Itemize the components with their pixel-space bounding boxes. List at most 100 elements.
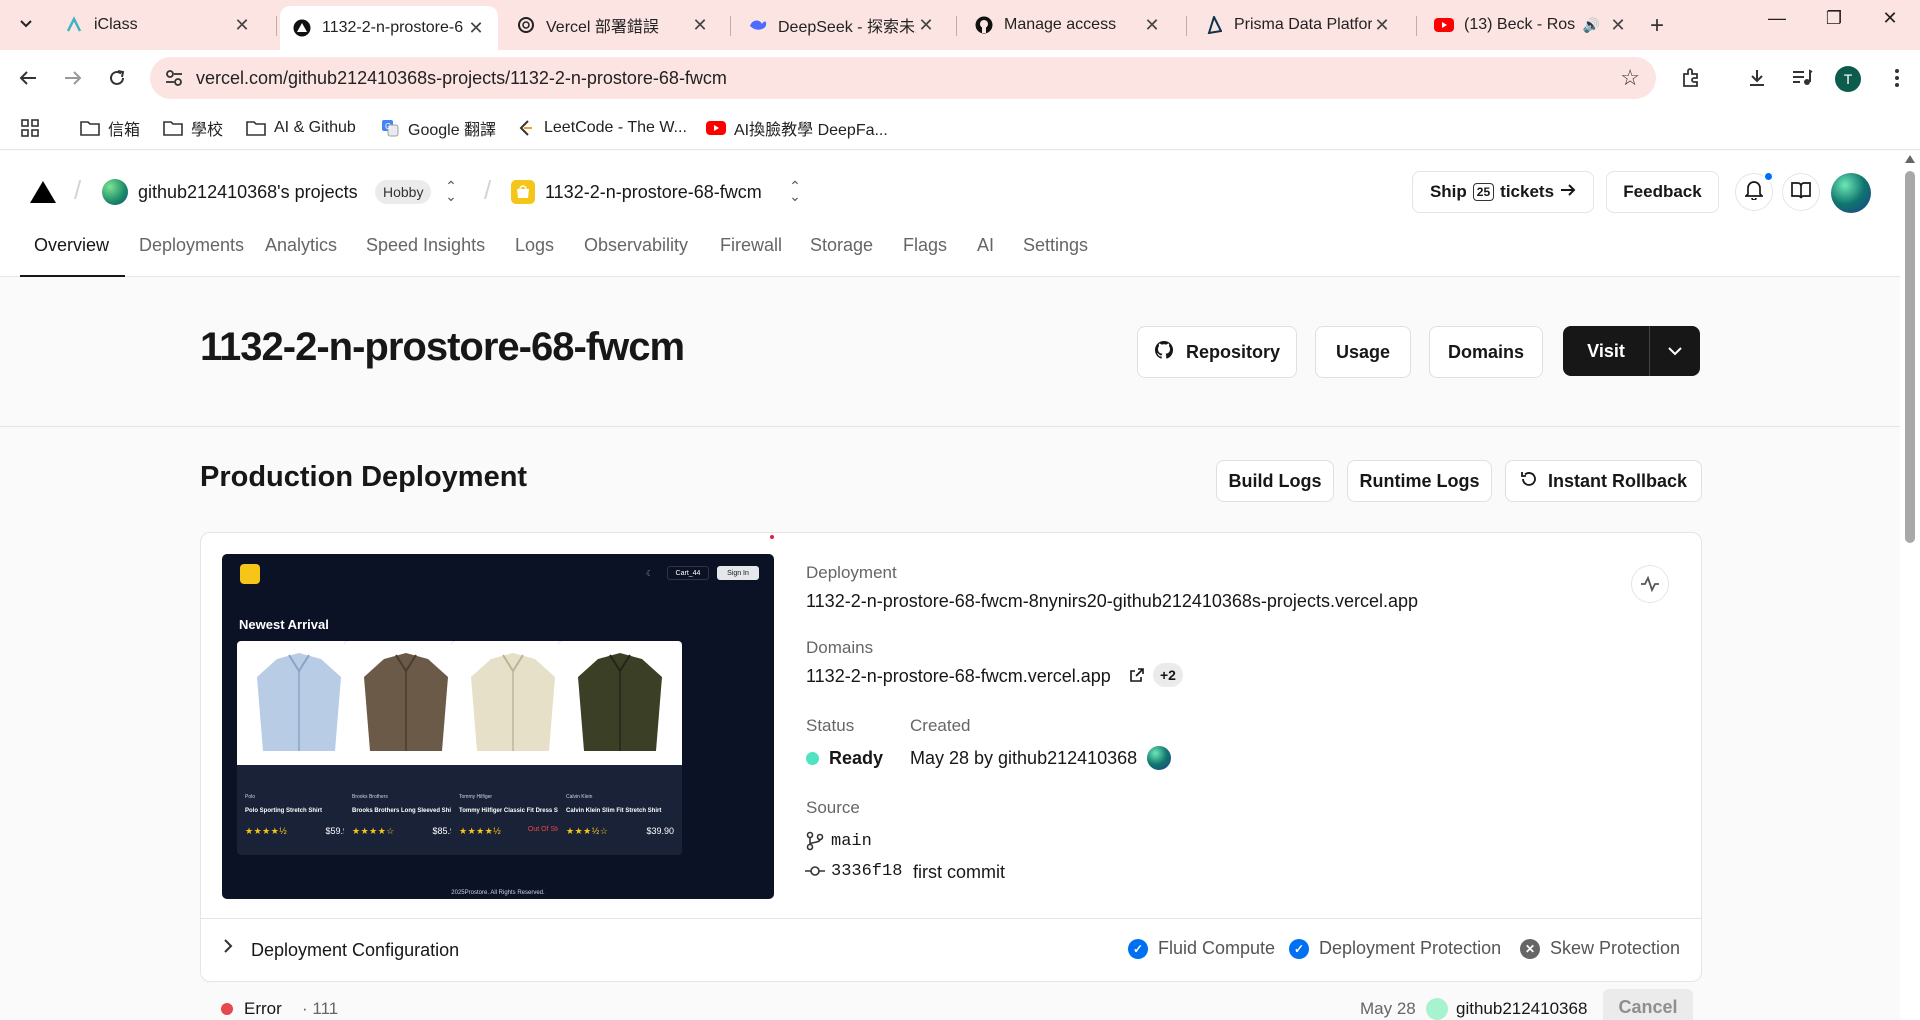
media-control-icon[interactable]	[1788, 64, 1816, 92]
usage-button[interactable]: Usage	[1315, 326, 1411, 378]
apps-grid-icon[interactable]	[20, 116, 40, 140]
browser-tab-github[interactable]: Manage access ✕	[962, 6, 1174, 44]
status-error-dot	[221, 1003, 233, 1015]
tab-deployments[interactable]: Deployments	[125, 235, 251, 277]
tab-speed-insights[interactable]: Speed Insights	[352, 235, 501, 277]
bookmark-item[interactable]: G Google 翻譯	[380, 116, 496, 140]
external-link-icon[interactable]	[1130, 668, 1144, 687]
tab-search-chevron-icon[interactable]	[12, 10, 40, 38]
tab-title: (13) Beck - Rosie	[1464, 16, 1575, 33]
minimize-icon[interactable]: —	[1757, 8, 1797, 29]
visit-dropdown-chevron-icon[interactable]	[1650, 326, 1700, 376]
chatgpt-icon	[516, 15, 536, 35]
tab-separator	[956, 16, 957, 36]
back-icon[interactable]	[13, 63, 43, 93]
restore-icon[interactable]: ❐	[1814, 8, 1854, 29]
browser-tab-vercel-project[interactable]: 1132-2-n-prostore-6 ✕	[280, 6, 498, 50]
close-tab-icon[interactable]: ✕	[1372, 15, 1392, 36]
close-tab-icon[interactable]: ✕	[690, 15, 710, 36]
tab-title: Manage access	[1004, 16, 1117, 33]
cancel-button[interactable]: Cancel	[1603, 989, 1693, 1020]
product-brand: Calvin Klein	[566, 794, 593, 800]
close-window-icon[interactable]: ✕	[1870, 8, 1910, 29]
url-text[interactable]: vercel.com/github212410368s-projects/113…	[196, 68, 727, 89]
browser-tab-chatgpt[interactable]: Vercel 部署錯誤 ✕	[504, 6, 722, 44]
browser-menu-icon[interactable]	[1883, 64, 1911, 92]
browser-tab-iclass[interactable]: iClass ✕	[52, 6, 264, 44]
git-commit-icon	[804, 864, 826, 882]
close-tab-icon[interactable]: ✕	[916, 15, 936, 36]
address-bar[interactable]: vercel.com/github212410368s-projects/113…	[150, 57, 1656, 99]
tab-storage[interactable]: Storage	[796, 235, 889, 277]
team-name[interactable]: github212410368's projects	[138, 182, 358, 203]
close-tab-icon[interactable]: ✕	[232, 15, 252, 36]
instant-rollback-button[interactable]: Instant Rollback	[1505, 460, 1702, 502]
bookmark-item[interactable]: LeetCode - The W...	[516, 116, 687, 140]
build-logs-button[interactable]: Build Logs	[1216, 460, 1334, 502]
browser-tab-deepseek[interactable]: DeepSeek - 探索未至 ✕	[736, 6, 948, 44]
notifications-button[interactable]	[1735, 171, 1774, 211]
bookmark-label: Google 翻譯	[408, 122, 497, 139]
scroll-up-arrow-icon[interactable]	[1905, 155, 1915, 163]
bookmark-item[interactable]: AI & Github	[246, 116, 356, 140]
scrollbar-thumb[interactable]	[1905, 171, 1915, 543]
reload-icon[interactable]	[102, 63, 132, 93]
tab-observability[interactable]: Observability	[570, 235, 706, 277]
commit-hash[interactable]: 3336f18	[831, 862, 902, 881]
preview-sign-in: Sign In	[717, 566, 759, 580]
deployment-preview-image[interactable]: ☾ Cart_44 Sign In Newest Arrival Polo Po…	[222, 554, 774, 899]
domains-label: Domains	[806, 638, 874, 657]
visit-button[interactable]: Visit	[1563, 326, 1649, 376]
more-domains-badge[interactable]: +2	[1153, 663, 1183, 687]
download-icon[interactable]	[1743, 64, 1771, 92]
browser-profile-avatar[interactable]: T	[1835, 66, 1861, 92]
branch-name[interactable]: main	[831, 832, 872, 851]
feedback-button[interactable]: Feedback	[1606, 171, 1719, 213]
browser-tab-youtube[interactable]: (13) Beck - Rosie 🔊 ✕	[1422, 6, 1640, 44]
production-deployment-heading: Production Deployment	[200, 461, 528, 493]
arrow-right-icon	[1560, 182, 1576, 202]
repository-button[interactable]: Repository	[1137, 326, 1297, 378]
tab-firewall[interactable]: Firewall	[706, 235, 796, 277]
domains-button[interactable]: Domains	[1429, 326, 1543, 378]
user-avatar[interactable]	[1831, 173, 1871, 213]
deployment-url-link[interactable]: 1132-2-n-prostore-68-fwcm-8nynirs20-gith…	[806, 591, 1418, 612]
new-tab-plus-icon[interactable]: +	[1650, 12, 1664, 40]
bookmark-item[interactable]: 學校	[163, 116, 223, 140]
bookmark-star-icon[interactable]: ☆	[1620, 65, 1640, 91]
preview-footer: 2025Prostore. All Rights Reserved.	[451, 890, 545, 896]
close-tab-icon[interactable]: ✕	[1608, 15, 1628, 36]
activity-pulse-icon[interactable]	[1631, 565, 1669, 603]
project-name[interactable]: 1132-2-n-prostore-68-fwcm	[545, 182, 762, 203]
recent-deployment-row[interactable]: Error · 111 May 28 github212410368 Cance…	[200, 985, 1702, 1020]
ship-ticket-count: 25	[1472, 183, 1495, 201]
browser-tab-prisma[interactable]: Prisma Data Platform ✕	[1192, 6, 1404, 44]
close-tab-icon[interactable]: ✕	[466, 18, 486, 39]
bookmark-item[interactable]: AI換臉教學 DeepFa...	[706, 116, 888, 140]
team-switcher-icon[interactable]: ⌃ ⌄	[444, 179, 458, 203]
chevron-right-icon[interactable]	[223, 938, 233, 959]
tickets-label: tickets	[1500, 182, 1555, 201]
tab-overview[interactable]: Overview	[20, 235, 125, 277]
page-scrollbar[interactable]	[1900, 151, 1920, 1020]
bookmark-item[interactable]: 信箱	[80, 116, 140, 140]
extensions-icon[interactable]	[1677, 64, 1705, 92]
project-icon	[511, 180, 535, 204]
vercel-logo-icon[interactable]	[30, 181, 56, 203]
forward-icon[interactable]	[58, 63, 88, 93]
tab-logs[interactable]: Logs	[501, 235, 570, 277]
tab-ai[interactable]: AI	[963, 235, 1009, 277]
tab-settings[interactable]: Settings	[1009, 235, 1105, 277]
runtime-logs-button[interactable]: Runtime Logs	[1347, 460, 1492, 502]
close-tab-icon[interactable]: ✕	[1142, 15, 1162, 36]
speaker-icon[interactable]: 🔊	[1583, 17, 1600, 34]
tab-flags[interactable]: Flags	[889, 235, 963, 277]
domain-link[interactable]: 1132-2-n-prostore-68-fwcm.vercel.app	[806, 666, 1111, 687]
site-settings-icon[interactable]	[164, 68, 184, 88]
team-avatar[interactable]	[102, 179, 128, 205]
project-switcher-icon[interactable]: ⌃ ⌄	[788, 179, 802, 203]
ship-tickets-button[interactable]: Ship 25 tickets	[1412, 171, 1594, 213]
deployment-configuration-toggle[interactable]: Deployment Configuration	[251, 940, 459, 961]
tab-analytics[interactable]: Analytics	[251, 235, 352, 277]
docs-button[interactable]	[1782, 173, 1820, 211]
